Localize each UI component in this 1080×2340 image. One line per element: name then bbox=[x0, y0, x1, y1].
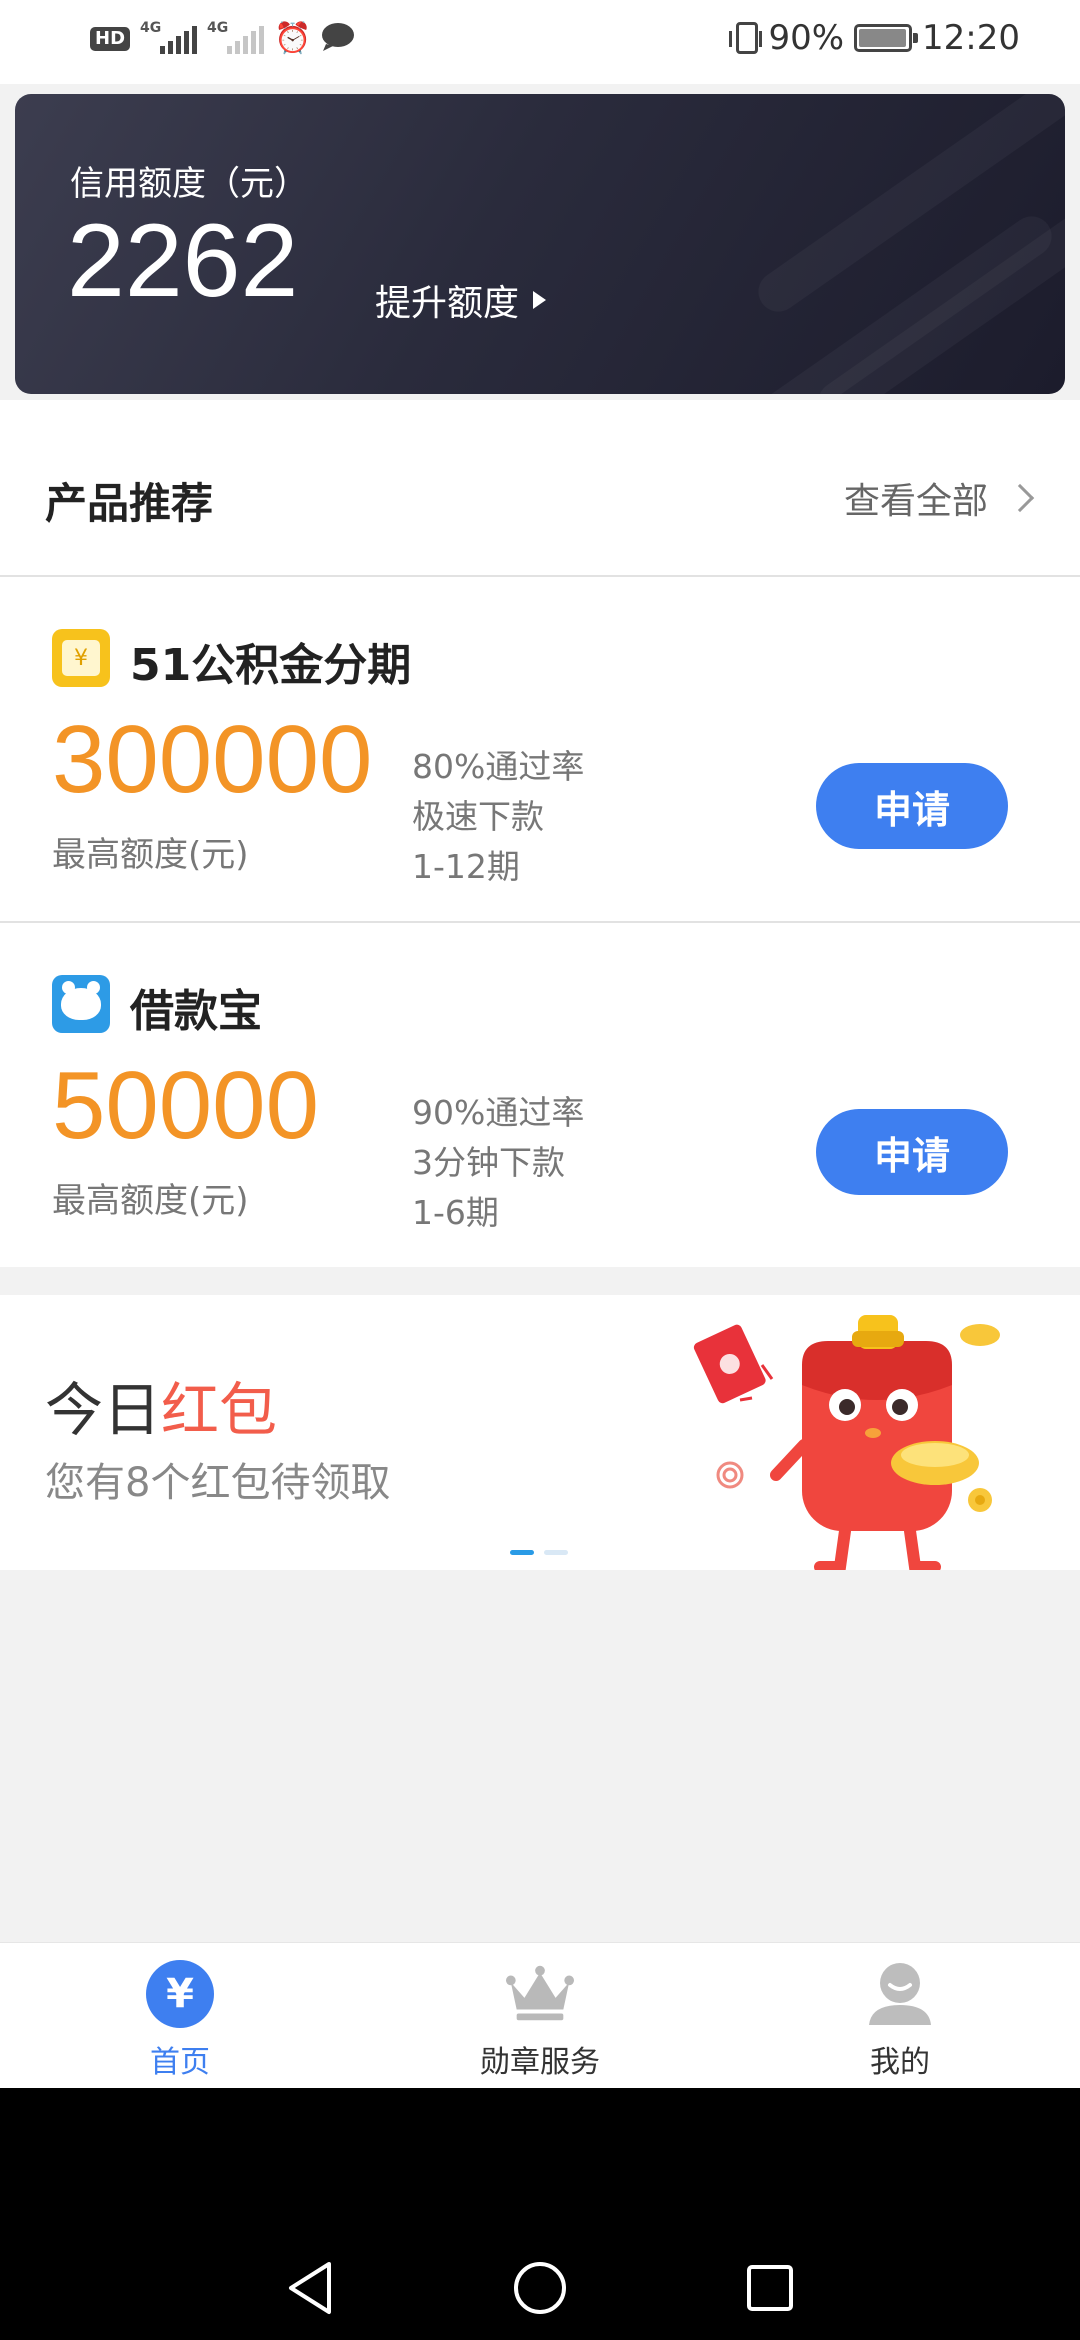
banner-subtitle: 您有8个红包待领取 bbox=[45, 1460, 391, 1506]
feature-term: 1-12期 bbox=[412, 847, 520, 886]
tab-home-label: 首页 bbox=[150, 2045, 210, 2080]
feature-pass-rate: 90%通过率 bbox=[412, 1093, 585, 1132]
product-max-amount: 300000 bbox=[52, 706, 373, 813]
feature-speed: 3分钟下款 bbox=[412, 1143, 565, 1182]
feature-term: 1-6期 bbox=[412, 1193, 499, 1232]
view-all-label: 查看全部 bbox=[843, 481, 988, 522]
pagination-dot[interactable] bbox=[544, 1550, 568, 1555]
product-section-header: 产品推荐 查看全部 bbox=[0, 400, 1080, 575]
play-arrow-icon bbox=[533, 291, 547, 309]
red-envelope-banner[interactable]: 今日红包 您有8个红包待领取 bbox=[0, 1295, 1080, 1573]
credit-label: 信用额度（元） bbox=[70, 164, 308, 204]
red-envelope-mascot-icon bbox=[680, 1305, 1020, 1574]
hd-badge: HD bbox=[90, 27, 131, 51]
battery-percent: 90% bbox=[768, 18, 845, 58]
view-all-link[interactable]: 查看全部 bbox=[843, 472, 1035, 524]
banner-title: 今日红包 bbox=[45, 1363, 277, 1447]
product-features: 90%通过率 3分钟下款 1-6期 bbox=[412, 1088, 584, 1238]
yen-box-icon: ¥ bbox=[52, 629, 110, 687]
tab-mine[interactable]: 我的 bbox=[720, 1943, 1080, 2089]
vibrate-icon bbox=[729, 22, 763, 54]
feature-pass-rate: 80%通过率 bbox=[412, 747, 585, 786]
credit-card: 信用额度（元） 2262 提升额度 bbox=[15, 94, 1065, 394]
banner-title-prefix: 今日 bbox=[45, 1376, 162, 1444]
back-icon[interactable] bbox=[275, 2253, 345, 2323]
raise-limit-button[interactable]: 提升额度 bbox=[375, 274, 547, 326]
product-amount-label: 最高额度(元) bbox=[52, 1181, 249, 1221]
product-name: 借款宝 bbox=[130, 986, 262, 1037]
user-icon bbox=[865, 1959, 935, 2029]
tab-medal-service[interactable]: 勋章服务 bbox=[360, 1943, 720, 2089]
signal-icon-1: 4G bbox=[140, 20, 198, 54]
apply-button[interactable]: 申请 bbox=[816, 1109, 1008, 1195]
tab-medal-label: 勋章服务 bbox=[480, 2045, 600, 2080]
network-type-2: 4G bbox=[207, 20, 229, 36]
clock: 12:20 bbox=[922, 18, 1020, 58]
feature-speed: 极速下款 bbox=[412, 797, 544, 836]
product-max-amount: 50000 bbox=[52, 1052, 319, 1159]
raise-limit-label: 提升额度 bbox=[375, 283, 520, 324]
yen-icon: ¥ bbox=[145, 1959, 215, 2029]
system-nav-bar bbox=[0, 2088, 1080, 2340]
product-card[interactable]: 借款宝 50000 最高额度(元) 90%通过率 3分钟下款 1-6期 申请 bbox=[0, 923, 1080, 1267]
tab-home[interactable]: ¥ 首页 bbox=[0, 1943, 360, 2089]
tab-mine-label: 我的 bbox=[870, 2045, 930, 2080]
status-bar: HD 4G 4G ⏰ 90% 12:20 bbox=[0, 0, 1080, 84]
bear-icon bbox=[52, 975, 110, 1033]
banner-title-highlight: 红包 bbox=[161, 1376, 278, 1444]
section-title: 产品推荐 bbox=[45, 479, 214, 528]
product-features: 80%通过率 极速下款 1-12期 bbox=[412, 742, 584, 892]
status-left: HD 4G 4G ⏰ bbox=[90, 20, 355, 56]
pagination-dot[interactable] bbox=[510, 1550, 534, 1555]
chat-icon bbox=[321, 22, 355, 56]
home-circle-icon[interactable] bbox=[505, 2253, 575, 2323]
chevron-right-icon bbox=[1005, 483, 1035, 513]
network-type-1: 4G bbox=[140, 20, 162, 36]
battery-icon bbox=[854, 24, 919, 52]
banner-pagination bbox=[510, 1550, 568, 1555]
bottom-tab-bar: ¥ 首页 勋章服务 我的 bbox=[0, 1942, 1080, 2088]
product-name: 51公积金分期 bbox=[130, 640, 412, 691]
signal-icon-2: 4G bbox=[207, 20, 265, 54]
recents-square-icon[interactable] bbox=[735, 2253, 805, 2323]
alarm-icon: ⏰ bbox=[274, 21, 312, 56]
credit-amount: 2262 bbox=[67, 203, 299, 319]
apply-button[interactable]: 申请 bbox=[816, 763, 1008, 849]
status-right: 90% 12:20 bbox=[729, 18, 1020, 58]
crown-icon bbox=[505, 1959, 575, 2029]
product-card[interactable]: ¥ 51公积金分期 300000 最高额度(元) 80%通过率 极速下款 1-1… bbox=[0, 577, 1080, 921]
product-amount-label: 最高额度(元) bbox=[52, 835, 249, 875]
